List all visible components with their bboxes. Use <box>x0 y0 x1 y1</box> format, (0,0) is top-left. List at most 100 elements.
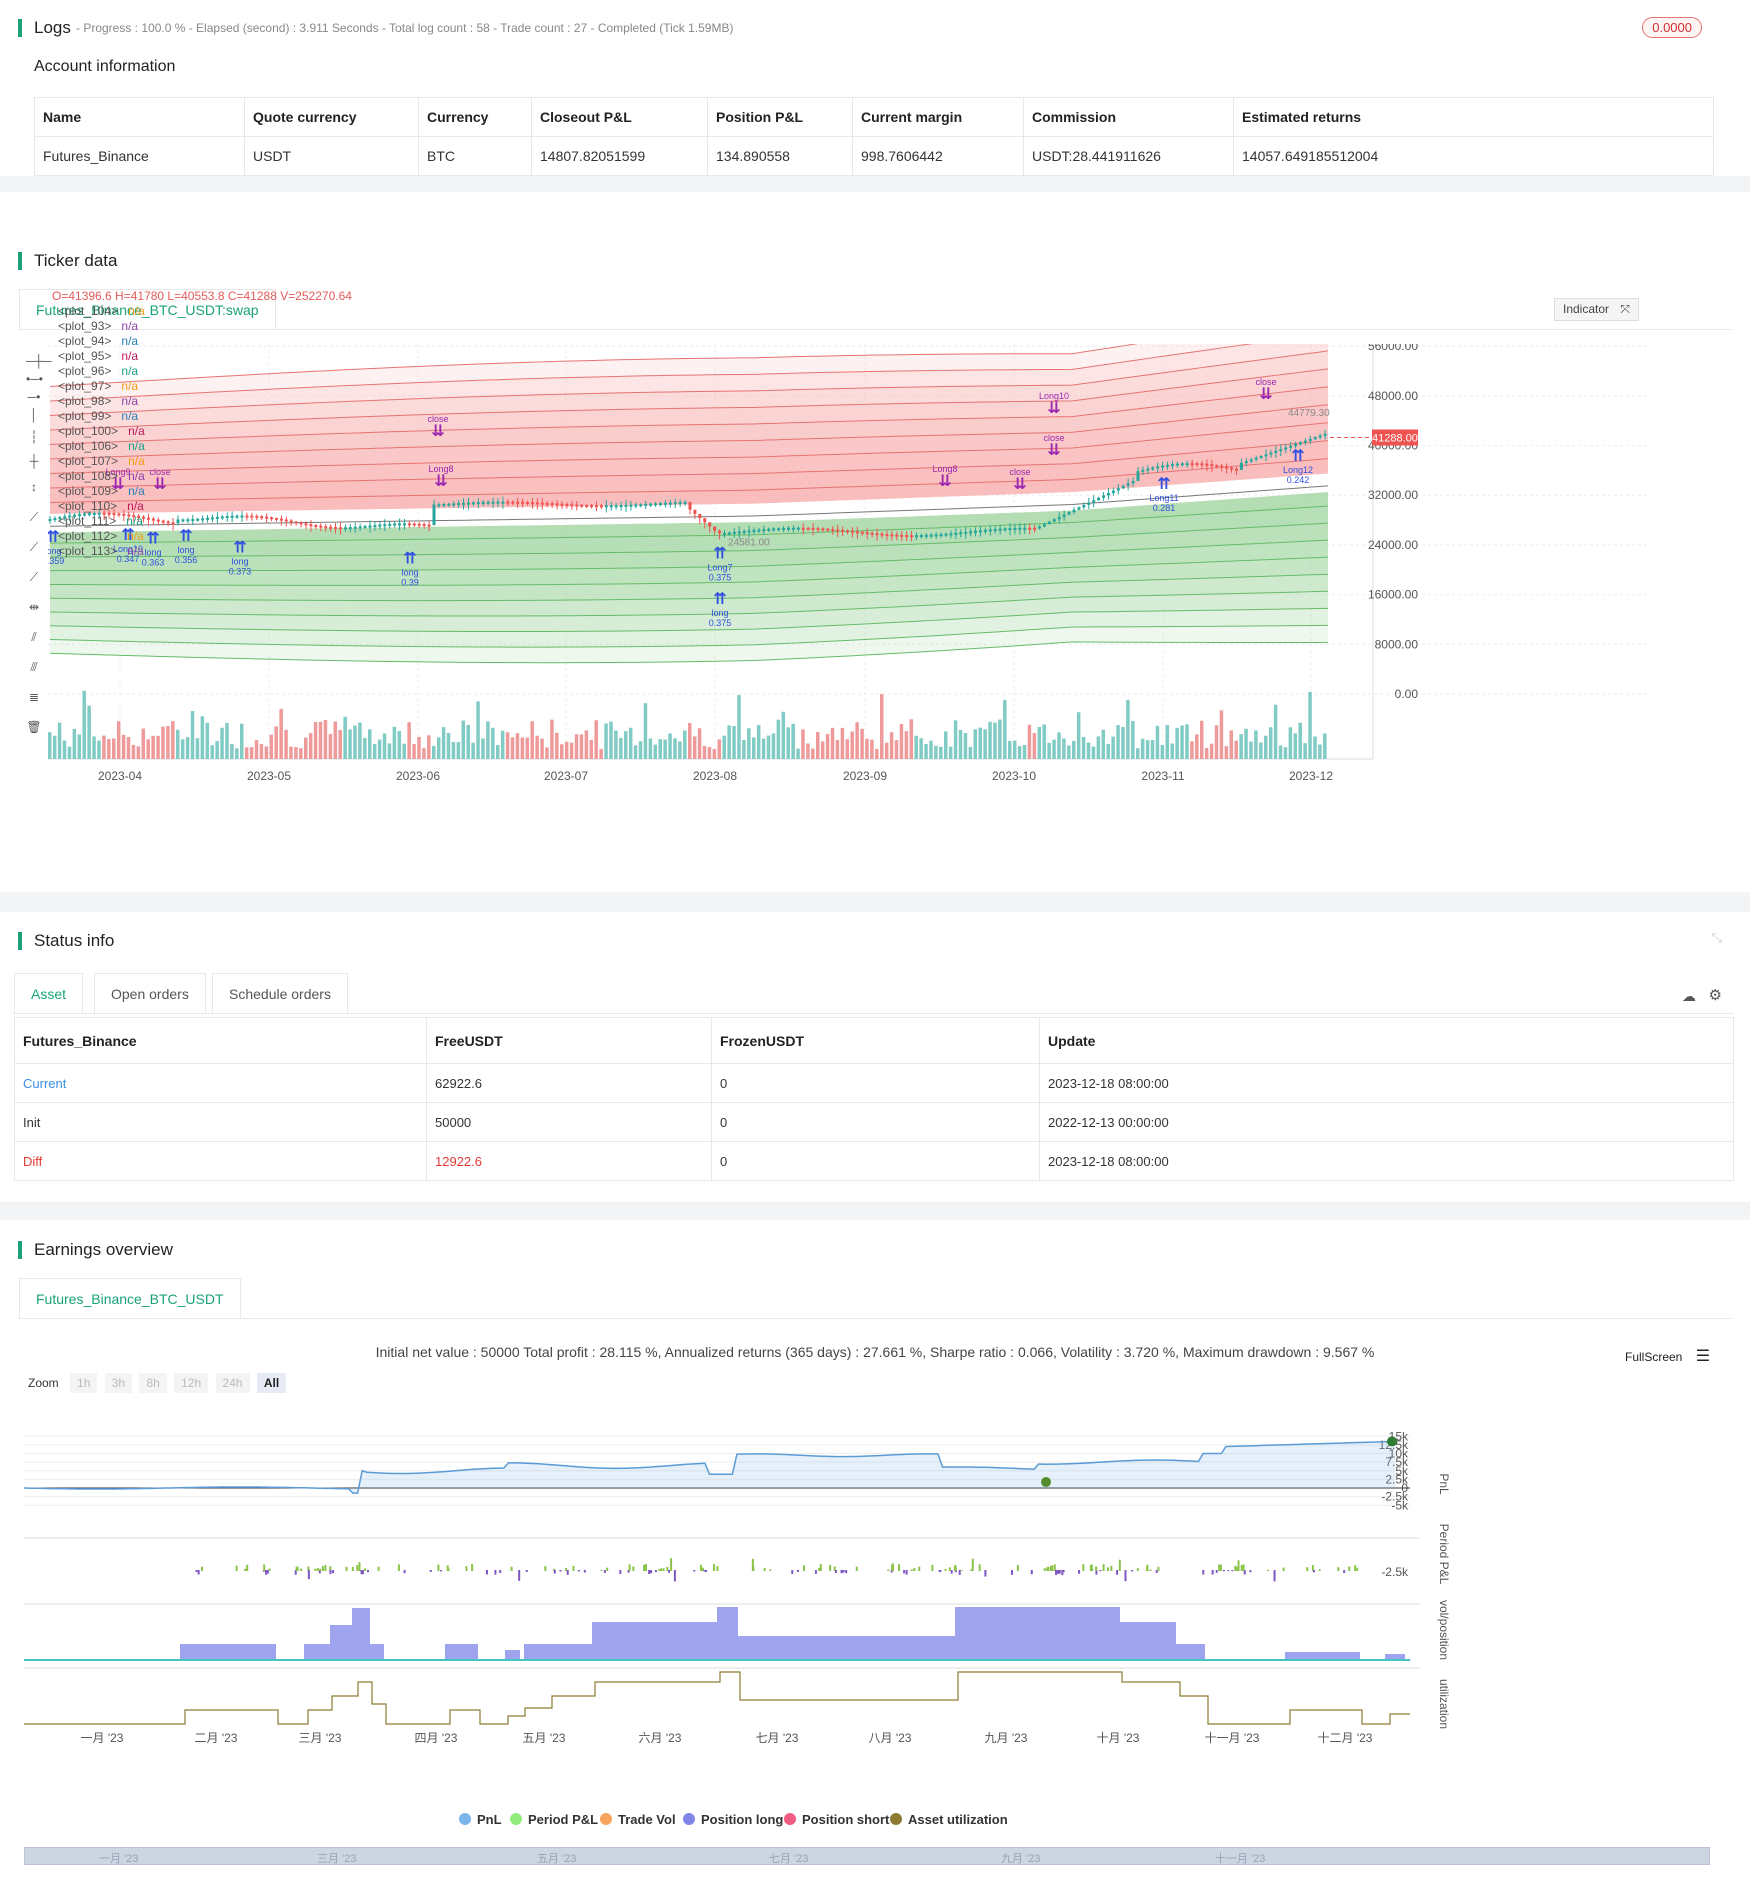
legend-label: Asset utilization <box>908 1812 1008 1827</box>
period-bar <box>1219 1564 1222 1571</box>
zoom-all[interactable]: All <box>256 1373 287 1393</box>
earnings-chart[interactable]: 15k12.5k10k7.5k5k2.5k0-2.5k-5kPnLPeriod … <box>0 1404 1750 1864</box>
volume-bar <box>564 741 569 759</box>
month-tick-label: 一月 '23 <box>81 1731 124 1745</box>
volume-bar <box>402 743 406 759</box>
candle-body <box>1284 447 1288 450</box>
tab-open-orders[interactable]: Open orders <box>94 973 206 1013</box>
legend-item[interactable]: PnL <box>459 1812 502 1827</box>
zoom-label: Zoom <box>28 1376 59 1390</box>
tab-earnings-symbol[interactable]: Futures_Binance_BTC_USDT <box>19 1278 241 1318</box>
volume-bar <box>102 735 106 759</box>
volume-bar <box>747 728 751 759</box>
legend-item[interactable]: Period P&L <box>510 1812 598 1827</box>
axis-title: utilization <box>1437 1679 1451 1729</box>
cross-line-icon[interactable]: ┼ <box>26 454 42 468</box>
trend-line-icon[interactable]: ⟋ <box>26 510 42 524</box>
sell-label: Long8 <box>932 464 957 474</box>
period-bar <box>654 1570 657 1573</box>
period-bar <box>910 1569 913 1571</box>
volume-bar <box>392 726 397 759</box>
legend-label: Trade Vol <box>618 1812 676 1827</box>
fib-levels-icon[interactable]: ≣ <box>26 690 42 704</box>
volume-bar <box>1283 747 1288 759</box>
volume-bar <box>988 721 992 759</box>
candle-body <box>1190 463 1194 466</box>
position-long-block <box>180 1644 276 1660</box>
volume-bar <box>820 741 825 759</box>
volume-bar <box>614 730 618 759</box>
table-row: Current 62922.6 0 2023-12-18 08:00:00 <box>14 1063 1734 1103</box>
ticker-title: Ticker data <box>18 252 117 270</box>
price-range-icon[interactable]: ⇹ <box>26 600 42 614</box>
zoom-3h[interactable]: 3h <box>104 1373 133 1393</box>
candle-body <box>1018 527 1022 530</box>
plot-name: <plot_111> <box>58 514 117 528</box>
candlestick-chart[interactable]: ⇈long0.359⇈Long100.347⇈long0.363⇈long0.3… <box>48 344 1748 804</box>
volume-bar <box>520 737 525 759</box>
vertical-segment-icon[interactable]: ┆ <box>26 430 42 444</box>
plot-legend-item: <plot_106> n/a <box>58 439 145 453</box>
volume-bar <box>535 735 539 759</box>
volume-bar <box>496 745 500 759</box>
fullscreen-button[interactable]: FullScreen ☰ <box>1625 1346 1710 1366</box>
horizontal-line-icon[interactable]: ─┼─ <box>26 354 52 368</box>
tab-asset[interactable]: Asset <box>14 973 84 1013</box>
logs-title: Logs <box>18 19 71 37</box>
zoom-1h[interactable]: 1h <box>70 1373 98 1393</box>
menu-icon[interactable]: ☰ <box>1696 1348 1710 1365</box>
month-tick-label: 四月 '23 <box>415 1731 458 1745</box>
earnings-title: Earnings overview <box>18 1241 173 1259</box>
candle-body <box>998 528 1002 531</box>
plot-value: n/a <box>126 514 143 528</box>
legend-item[interactable]: Trade Vol <box>600 1812 676 1827</box>
volume-bar <box>249 747 254 759</box>
position-long-block <box>717 1607 738 1660</box>
period-bar <box>1157 1566 1160 1571</box>
tab-schedule-orders[interactable]: Schedule orders <box>212 973 348 1013</box>
candle-body <box>521 501 525 504</box>
volume-bar <box>811 748 815 759</box>
extended-line-icon[interactable]: ⟋ <box>26 570 42 584</box>
utilization-line <box>24 1671 1410 1725</box>
candle-body <box>762 529 766 532</box>
zoom-12h[interactable]: 12h <box>174 1373 209 1393</box>
trend-ray-icon[interactable]: ⟋ <box>26 540 42 554</box>
volume-bar <box>889 732 894 759</box>
volume-bar <box>1323 733 1327 759</box>
sell-label: Long10 <box>1039 391 1069 401</box>
candle-body <box>1116 488 1120 491</box>
candle-body <box>151 518 155 521</box>
volume-bar <box>1042 724 1046 759</box>
volume-bar <box>697 728 702 759</box>
arrow-up-down-icon[interactable]: ↕ <box>26 480 42 494</box>
account-cell: 14807.82051599 <box>531 136 708 176</box>
candle-body <box>599 505 603 508</box>
zoom-8h[interactable]: 8h <box>139 1373 167 1393</box>
period-bar <box>693 1570 696 1572</box>
volume-bar <box>1106 743 1110 759</box>
volume-bar <box>476 701 480 759</box>
cloud-download-icon[interactable]: ☁ <box>1682 988 1696 1005</box>
volume-bar <box>589 739 594 759</box>
parallel-channel-icon[interactable]: ⫽ <box>26 630 42 644</box>
period-bar <box>713 1564 716 1571</box>
volume-bar <box>1318 744 1322 759</box>
trash-icon[interactable]: 🗑 <box>26 720 42 734</box>
fib-icon[interactable]: ⫻ <box>26 660 42 674</box>
indicator-button[interactable]: Indicator ⤧ <box>1554 298 1639 321</box>
vertical-line-icon[interactable]: │ <box>26 408 42 422</box>
ray-icon[interactable]: ─• <box>26 390 42 404</box>
legend-item[interactable]: Position short <box>784 1812 889 1827</box>
legend-item[interactable]: Position long <box>683 1812 783 1827</box>
volume-bar <box>742 739 746 759</box>
volume-bar <box>1022 744 1027 759</box>
logs-badge[interactable]: 0.0000 <box>1642 17 1702 38</box>
collapse-icon[interactable]: ⤡ <box>1712 930 1722 946</box>
gear-icon[interactable]: ⚙ <box>1709 986 1722 1004</box>
zoom-24h[interactable]: 24h <box>215 1373 250 1393</box>
legend-item[interactable]: Asset utilization <box>890 1812 1008 1827</box>
navigator-scrollbar[interactable]: 一月 '23 三月 '23 五月 '23 七月 '23 九月 '23 十一月 '23 <box>24 1847 1710 1865</box>
horizontal-ray-icon[interactable]: •─• <box>26 372 43 386</box>
candle-body <box>407 523 411 526</box>
